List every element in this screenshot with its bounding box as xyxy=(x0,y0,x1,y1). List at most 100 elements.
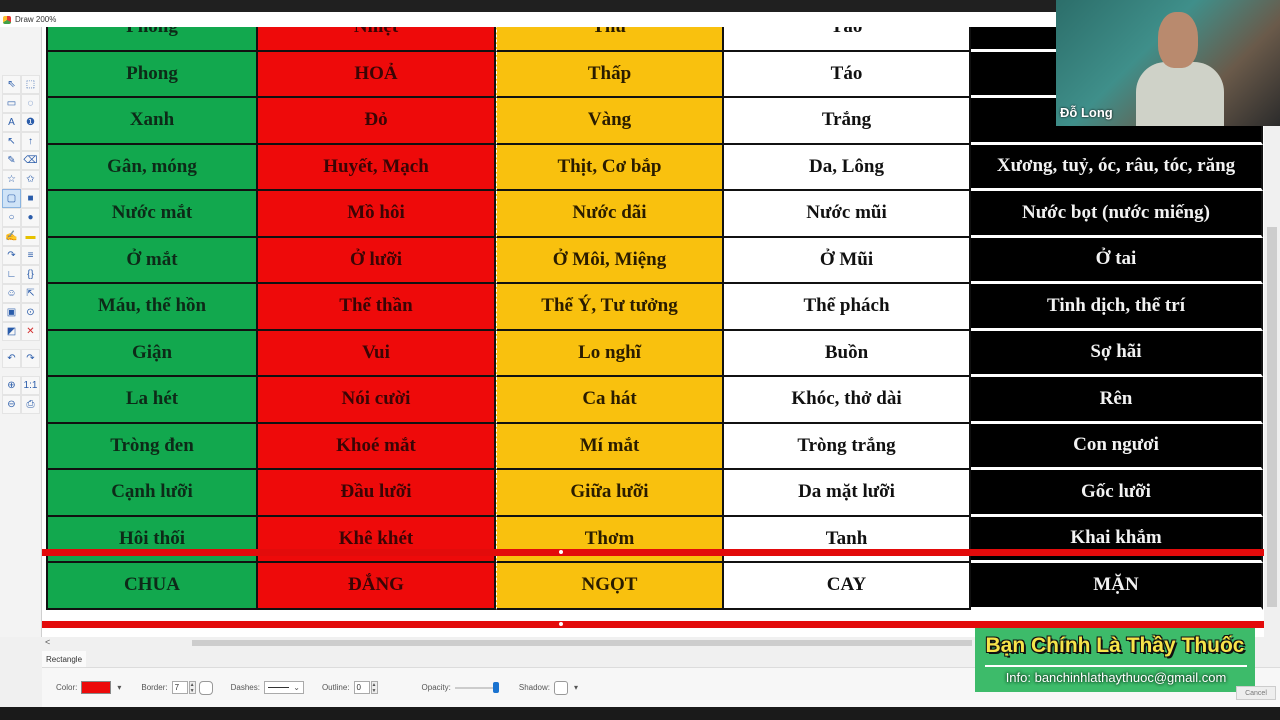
target-icon[interactable]: ⊙ xyxy=(21,303,40,322)
ellipse-filled-icon[interactable]: ● xyxy=(21,208,40,227)
table-cell: CAY xyxy=(724,563,971,610)
color-swatch[interactable] xyxy=(81,681,112,694)
zoom-out-icon[interactable]: ⊖ xyxy=(2,395,21,414)
toolbox: ⇖ ⬚ ▭ ◌ A ❶ ↖ ↑ ✎ ⌫ ☆ ✩ ▢ ■ ○ ● ✍ ▬ ↷ ≡ ∟{} ☺ ⇱ ▣ ⊙ ◩ ✕ ↶ ↷ ⊕ 1:1 ⊖ ⎙ xyxy=(0,27,42,637)
table-cell: Cạnh lưỡi xyxy=(46,470,258,517)
red-rectangle-top-edge[interactable] xyxy=(42,549,1264,556)
table-cell: Tròng đen xyxy=(46,423,258,470)
table-cell: Ở Môi, Miệng xyxy=(496,237,724,284)
table-cell: Đầu lưỡi xyxy=(258,470,496,517)
highlighter-icon[interactable]: ✍ xyxy=(2,227,21,246)
braces-icon[interactable]: {} xyxy=(21,265,40,284)
shadow-label: Shadow: xyxy=(518,683,551,692)
cursor-stamp-icon[interactable]: ⇱ xyxy=(21,284,40,303)
redo-icon[interactable]: ↷ xyxy=(21,349,40,368)
table-cell: Khóc, thở dài xyxy=(724,377,971,424)
highlight-rect-icon[interactable]: ▬ xyxy=(21,227,40,246)
line-icon[interactable]: ↖ xyxy=(2,132,21,151)
text-icon[interactable]: A xyxy=(2,113,21,132)
table-cell: Ở lưỡi xyxy=(258,237,496,284)
properties-tab-rectangle[interactable]: Rectangle xyxy=(42,651,87,667)
table-cell: La hét xyxy=(46,377,258,424)
table-row: Gân, móng Huyết, Mạch Thịt, Cơ bắp Da, Lông… xyxy=(46,144,1263,191)
callout-round-icon[interactable]: ◌ xyxy=(21,94,40,113)
rounded-corner-icon[interactable] xyxy=(198,680,213,695)
table-cell: Máu, thể hồn xyxy=(46,284,258,331)
table-row: CHUA ĐẮNG NGỌT CAY MẶN xyxy=(46,563,1263,610)
table-cell: Ở mắt xyxy=(46,237,258,284)
select-pointer-icon[interactable]: ⇖ xyxy=(2,75,21,94)
eraser-icon[interactable]: ⌫ xyxy=(21,151,40,170)
table-cell: NGỌT xyxy=(496,563,724,610)
fill-icon[interactable]: ↷ xyxy=(2,246,21,265)
outline-input[interactable]: 0 xyxy=(353,681,370,694)
outline-spinner[interactable]: ▲ ▼ xyxy=(370,681,378,694)
zoom-in-icon[interactable]: ⊕ xyxy=(2,376,21,395)
delete-icon[interactable]: ✕ xyxy=(21,322,40,341)
table-cell: Phong xyxy=(46,51,258,98)
table-cell: Thể Ý, Tư tưởng xyxy=(496,284,724,331)
table-cell: Phong xyxy=(46,27,258,52)
table-cell: Giữa lưỡi xyxy=(496,470,724,517)
print-icon[interactable]: ⎙ xyxy=(21,395,40,414)
image-icon[interactable]: ▣ xyxy=(2,303,21,322)
shadow-icon[interactable] xyxy=(554,680,569,695)
select-rect-icon[interactable]: ⬚ xyxy=(21,75,40,94)
red-rectangle-bottom-edge[interactable] xyxy=(42,621,1264,628)
ellipse-icon[interactable]: ○ xyxy=(2,208,21,227)
table-cell: Nhiệt xyxy=(258,27,496,52)
table-cell: Buồn xyxy=(724,330,971,377)
presenter-body xyxy=(1136,62,1224,126)
resize-handle[interactable] xyxy=(559,550,563,554)
table-cell: Thử xyxy=(496,27,724,52)
table-row: Hôi thối Khê khét Thơm Tanh Khai khắm xyxy=(46,516,1263,563)
star-outline-icon[interactable]: ☆ xyxy=(2,170,21,189)
table-cell: Tanh xyxy=(724,516,971,563)
outline-label: Outline: xyxy=(321,683,350,692)
vertical-scroll-thumb[interactable] xyxy=(1267,227,1277,607)
border-spinner[interactable]: ▲ ▼ xyxy=(188,681,196,694)
table-cell: Con ngươi xyxy=(971,423,1263,470)
scroll-left-button[interactable]: < xyxy=(45,637,50,647)
smiley-icon[interactable]: ☺ xyxy=(2,284,21,303)
hatch-icon[interactable]: ≡ xyxy=(21,246,40,265)
table-cell: Gân, móng xyxy=(46,144,258,191)
color-dropdown-icon[interactable]: ▾ xyxy=(117,683,121,692)
table-row: Giận Vui Lo nghĩ Buồn Sợ hãi xyxy=(46,330,1263,377)
table-cell: Trắng xyxy=(724,98,971,145)
dashes-select[interactable]: ⌄ xyxy=(263,681,304,694)
pencil-icon[interactable]: ✎ xyxy=(2,151,21,170)
star-filled-icon[interactable]: ✩ xyxy=(21,170,40,189)
opacity-slider-knob[interactable] xyxy=(492,681,499,693)
border-input[interactable]: 7 xyxy=(171,681,188,694)
cancel-button[interactable]: Cancel xyxy=(1236,686,1276,700)
arrow-icon[interactable]: ↑ xyxy=(21,132,40,151)
number-icon[interactable]: ❶ xyxy=(21,113,40,132)
undo-icon[interactable]: ↶ xyxy=(2,349,21,368)
table-cell: Khê khét xyxy=(258,516,496,563)
table-row: La hét Nói cười Ca hát Khóc, thở dài Rên xyxy=(46,377,1263,424)
banner-contact: Info: banchinhlathaythuoc@gmail.com xyxy=(1005,670,1227,685)
channel-banner: Bạn Chính Là Thầy Thuốc Info: banchinhla… xyxy=(975,628,1255,692)
resize-handle[interactable] xyxy=(559,622,563,626)
table-cell: Lo nghĩ xyxy=(496,330,724,377)
angle-icon[interactable]: ∟ xyxy=(2,265,21,284)
table-cell: Nước dãi xyxy=(496,191,724,238)
callout-rect-icon[interactable]: ▭ xyxy=(2,94,21,113)
table-cell: Thấp xyxy=(496,51,724,98)
banner-divider xyxy=(985,665,1247,667)
toolbox-separator xyxy=(2,341,40,349)
horizontal-scroll-thumb[interactable] xyxy=(192,640,972,646)
rectangle-filled-icon[interactable]: ■ xyxy=(21,189,40,208)
crop-icon[interactable]: ◩ xyxy=(2,322,21,341)
table-cell: Táo xyxy=(724,27,971,52)
zoom-actual-icon[interactable]: 1:1 xyxy=(21,376,40,395)
rectangle-icon[interactable]: ▢ xyxy=(2,189,21,208)
window-titlebar: Draw 200% xyxy=(0,12,1060,27)
table-row: Cạnh lưỡi Đầu lưỡi Giữa lưỡi Da mặt lưỡi Gốc… xyxy=(46,470,1263,517)
table-cell: Mí mắt xyxy=(496,423,724,470)
table-cell: Da, Lông xyxy=(724,144,971,191)
shadow-dropdown-icon[interactable]: ▾ xyxy=(574,683,578,692)
webcam-overlay: Đỗ Long xyxy=(1056,0,1280,126)
opacity-slider[interactable] xyxy=(454,681,499,693)
